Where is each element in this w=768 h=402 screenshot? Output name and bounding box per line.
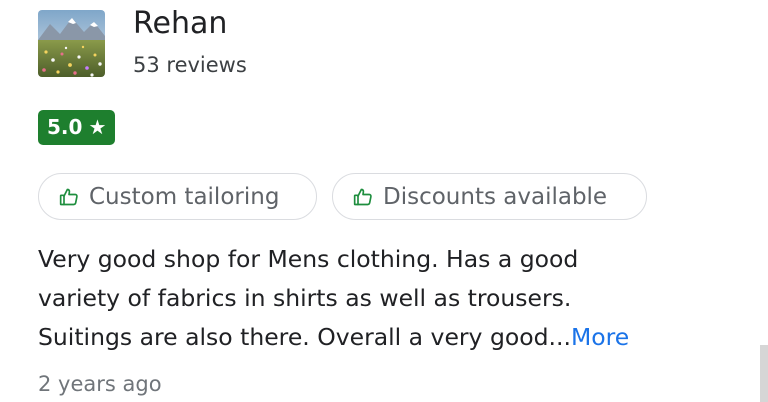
avatar-image <box>38 10 105 77</box>
thumbs-up-icon <box>59 187 79 207</box>
chip-discounts-available[interactable]: Discounts available <box>332 173 647 220</box>
avatar[interactable] <box>38 10 105 77</box>
review-timestamp: 2 years ago <box>38 372 162 396</box>
chip-custom-tailoring[interactable]: Custom tailoring <box>38 173 317 220</box>
chip-label: Custom tailoring <box>89 183 280 210</box>
review-count: 53 reviews <box>133 53 247 77</box>
more-link[interactable]: More <box>571 323 629 351</box>
rating-value: 5.0 <box>47 115 83 139</box>
review-line-text: Suitings are also there. Overall a very … <box>38 323 571 351</box>
review-line: variety of fabrics in shirts as well as … <box>38 284 572 312</box>
star-icon: ★ <box>88 115 107 139</box>
thumbs-up-icon <box>353 187 373 207</box>
scrollbar[interactable] <box>760 345 768 402</box>
review-text: Very good shop for Mens clothing. Has a … <box>38 240 738 357</box>
chip-label: Discounts available <box>383 183 608 210</box>
review-line: Suitings are also there. Overall a very … <box>38 318 738 357</box>
reviewer-name[interactable]: Rehan <box>133 6 227 42</box>
rating-badge: 5.0 ★ <box>38 110 116 145</box>
review-card: Rehan 53 reviews 5.0 ★ Custom tailoring … <box>0 0 768 402</box>
review-line: Very good shop for Mens clothing. Has a … <box>38 245 579 273</box>
